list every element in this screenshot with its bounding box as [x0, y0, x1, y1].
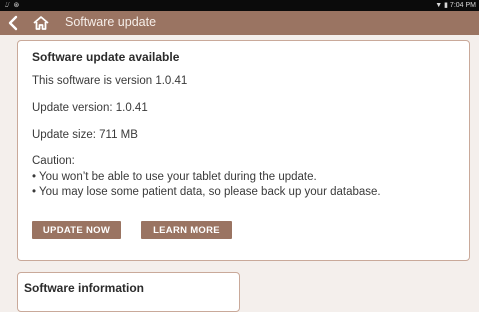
software-information-card: Software information [17, 272, 240, 312]
update-version-row: Update version: 1.0.41 [32, 102, 148, 114]
page-title: Software update [65, 15, 157, 29]
status-bar-right: ▼ ▮ 7:04 PM [435, 2, 476, 9]
status-bar: ⌰ ⊛ ▼ ▮ 7:04 PM [0, 0, 479, 11]
caution-item: • You won’t be able to use your tablet d… [32, 171, 317, 183]
app-bar: Software update [0, 11, 479, 35]
update-card-heading: Software update available [32, 50, 180, 64]
caution-item: • You may lose some patient data, so ple… [32, 186, 381, 198]
update-version-value: 1.0.41 [112, 102, 148, 114]
current-version-text: This software is version 1.0.41 [32, 75, 188, 87]
back-arrow-icon[interactable] [5, 14, 21, 32]
update-size-row: Update size: 711 MB [32, 129, 138, 141]
update-size-value: 711 MB [95, 129, 138, 141]
update-now-button[interactable]: UPDATE NOW [32, 221, 121, 239]
update-size-label: Update size: [32, 129, 96, 141]
home-icon[interactable] [32, 14, 50, 32]
caution-title: Caution: [32, 155, 75, 167]
status-bar-left-icons: ⌰ ⊛ [5, 2, 21, 9]
software-update-card: Software update available This software … [17, 40, 470, 261]
info-card-heading: Software information [24, 281, 145, 295]
update-version-label: Update version: [32, 102, 113, 114]
learn-more-button[interactable]: LEARN MORE [141, 221, 232, 239]
